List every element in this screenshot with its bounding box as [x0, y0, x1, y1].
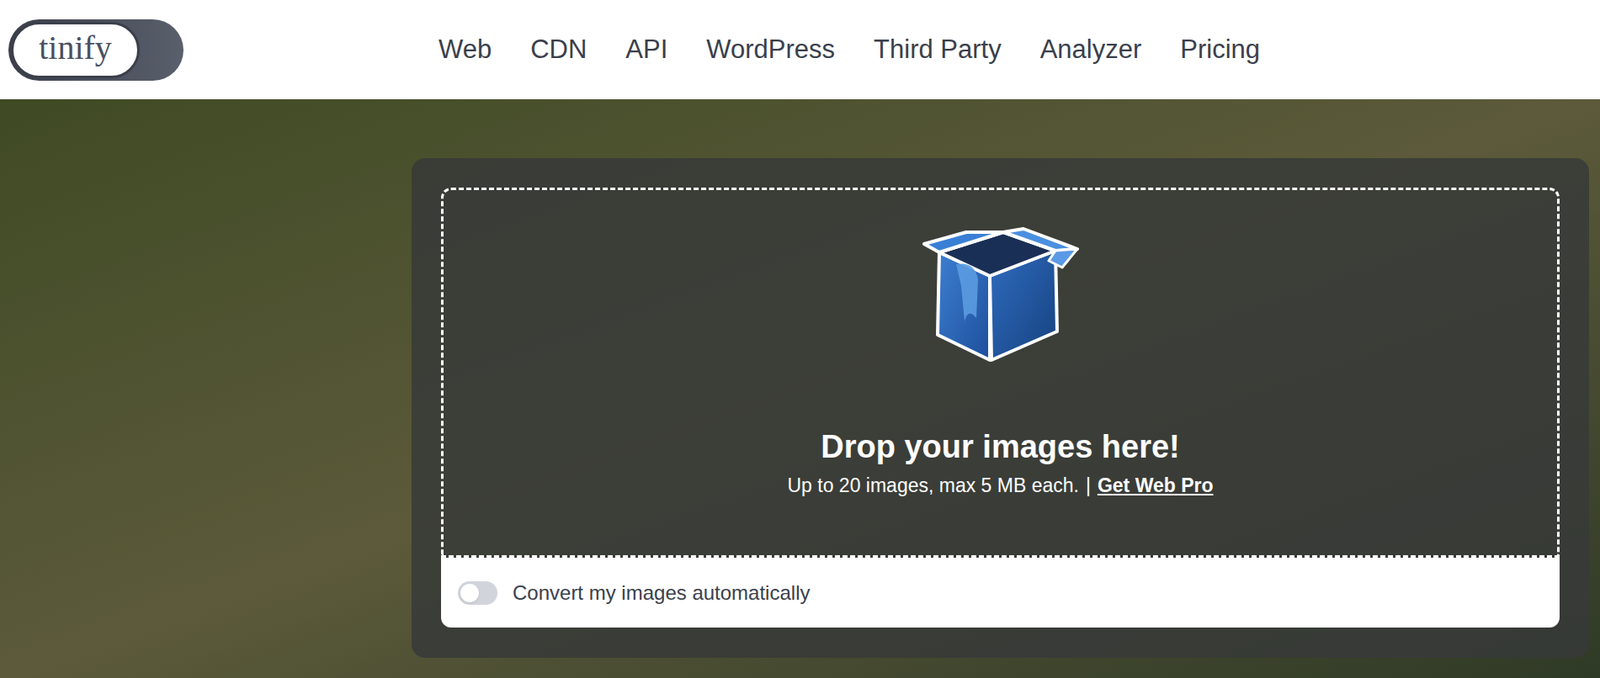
dropzone-title: Drop your images here! — [820, 427, 1181, 468]
nav-item[interactable]: CDN — [530, 30, 587, 70]
nav-item[interactable]: Analyzer — [1040, 30, 1143, 70]
nav-item[interactable]: API — [625, 30, 668, 70]
main-nav: Web CDN API WordPress Third Party Analyzer Pri… — [438, 30, 1260, 70]
nav-item[interactable]: WordPress — [706, 30, 835, 70]
convert-toggle[interactable] — [457, 581, 498, 606]
hero: Drop your images here!Up to 20 images, m… — [0, 99, 1600, 678]
nav-item[interactable]: Pricing — [1180, 30, 1260, 70]
options-bar: Convert my images automatically — [441, 558, 1560, 628]
convert-label: Convert my images automatically — [512, 578, 810, 609]
page: tinify Web CDN API WordPress Third Party Analy… — [0, 0, 1600, 678]
get-web-pro-link[interactable]: Get Web Pro — [1097, 471, 1214, 501]
header: tinify Web CDN API WordPress Third Party Analy… — [0, 0, 1600, 100]
nav-item[interactable]: Web — [438, 30, 492, 70]
logo[interactable]: tinify — [8, 19, 184, 81]
dropzone[interactable]: Drop your images here!Up to 20 images, m… — [441, 187, 1560, 559]
nav-item[interactable]: Third Party — [873, 30, 1002, 70]
box-icon — [922, 227, 1080, 367]
dropzone-subtitle: Up to 20 images, max 5 MB each.|Get Web … — [786, 471, 1213, 501]
upload-panel: Drop your images here!Up to 20 images, m… — [411, 158, 1590, 659]
